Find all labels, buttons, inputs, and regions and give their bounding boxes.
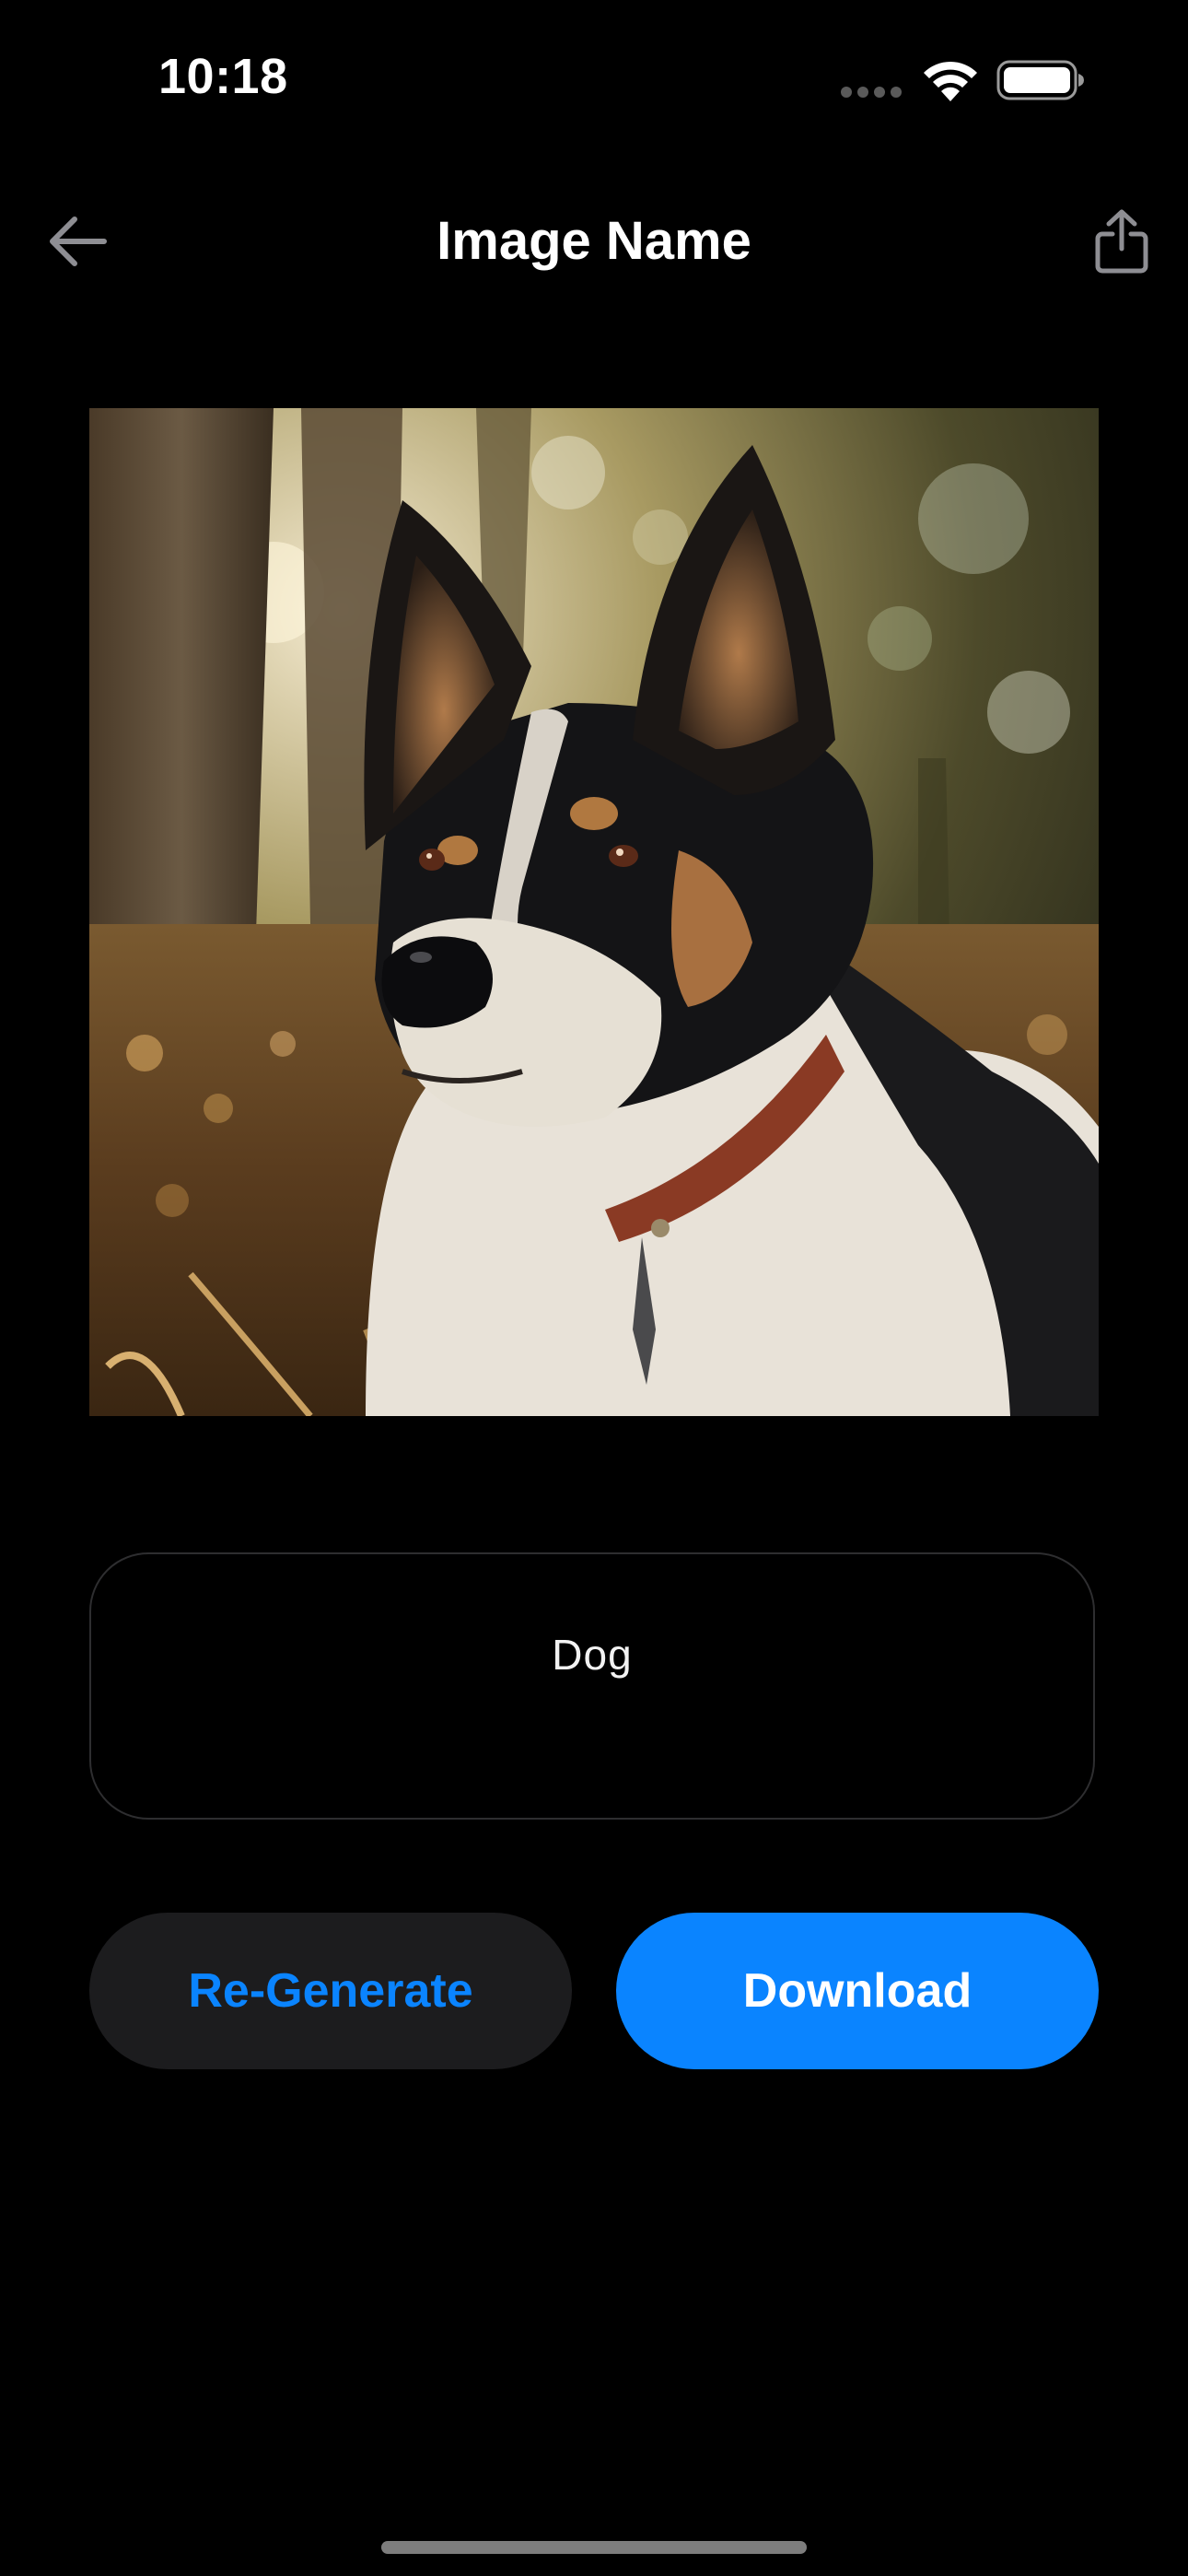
status-bar: 10:18: [0, 0, 1188, 147]
download-button[interactable]: Download: [616, 1913, 1099, 2069]
regenerate-button[interactable]: Re-Generate: [89, 1913, 572, 2069]
share-button[interactable]: [1083, 199, 1160, 284]
share-icon: [1095, 209, 1148, 274]
generated-image: [89, 408, 1099, 1416]
wifi-icon: [924, 61, 977, 101]
dog-photo: [89, 408, 1099, 1416]
status-time: 10:18: [158, 49, 288, 104]
home-indicator[interactable]: [381, 2541, 807, 2554]
prompt-text: Dog: [552, 1631, 633, 1679]
battery-icon: [996, 60, 1084, 100]
navigation-bar: Image Name: [0, 184, 1188, 299]
page-title: Image Name: [437, 211, 751, 271]
cellular-signal-icon: [841, 87, 902, 98]
prompt-field[interactable]: Dog: [89, 1552, 1095, 1820]
